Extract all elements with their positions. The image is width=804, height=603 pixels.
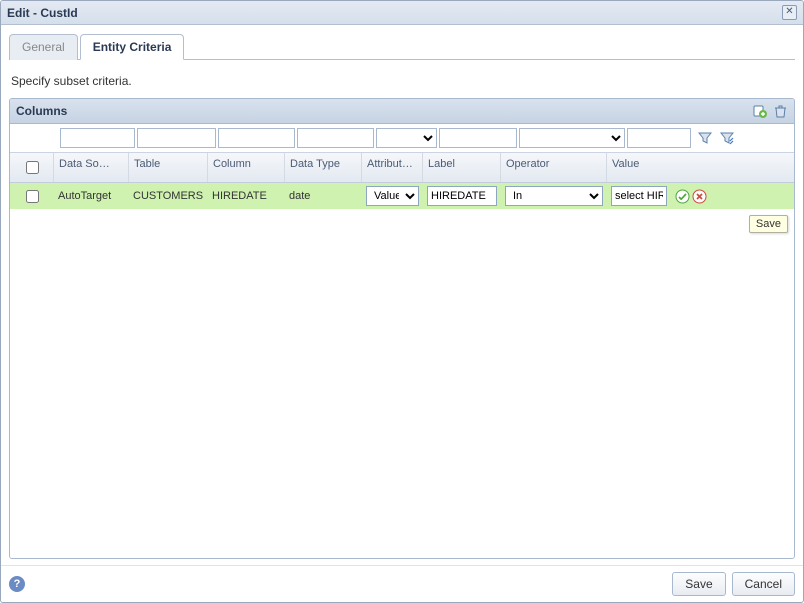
apply-filter-icon[interactable] [697, 130, 713, 146]
cancel-row-icon[interactable] [692, 188, 707, 204]
header-label[interactable]: Label [423, 153, 501, 182]
header-data-source[interactable]: Data So… [54, 153, 129, 182]
header-operator[interactable]: Operator [501, 153, 607, 182]
dialog-content: General Entity Criteria Specify subset c… [1, 25, 803, 565]
cancel-button[interactable]: Cancel [732, 572, 795, 596]
columns-panel: Columns [9, 98, 795, 559]
cell-attribute: Value [362, 184, 423, 208]
cell-table: CUSTOMERS [129, 188, 208, 204]
panel-title: Columns [16, 104, 748, 118]
cell-data-type: date [285, 188, 362, 204]
window-title: Edit - CustId [7, 6, 782, 20]
header-checkbox-cell [10, 153, 54, 182]
filter-attribute[interactable] [376, 128, 437, 148]
select-all-checkbox[interactable] [26, 161, 39, 174]
filter-operator[interactable] [519, 128, 625, 148]
label-input[interactable] [427, 186, 497, 206]
row-actions [671, 186, 711, 206]
header-attribute[interactable]: Attribut… [362, 153, 423, 182]
add-row-icon[interactable] [752, 103, 768, 119]
filter-settings-icon[interactable] [719, 130, 735, 146]
cell-label [423, 184, 501, 208]
confirm-row-icon[interactable] [675, 188, 690, 204]
filter-row [10, 124, 794, 153]
tab-strip: General Entity Criteria [9, 33, 795, 60]
dialog-footer: ? Save Cancel [1, 565, 803, 602]
header-column[interactable]: Column [208, 153, 285, 182]
value-input[interactable] [611, 186, 667, 206]
filter-data-source[interactable] [60, 128, 135, 148]
tab-entity-criteria[interactable]: Entity Criteria [80, 34, 185, 60]
panel-header: Columns [10, 99, 794, 124]
table-body: AutoTarget CUSTOMERS HIREDATE date Value [10, 183, 794, 558]
cell-operator: In [501, 184, 607, 208]
filter-label[interactable] [439, 128, 517, 148]
table-row[interactable]: AutoTarget CUSTOMERS HIREDATE date Value [10, 183, 794, 209]
tab-general[interactable]: General [9, 34, 78, 60]
close-icon[interactable]: ✕ [782, 5, 797, 20]
save-button[interactable]: Save [672, 572, 725, 596]
row-checkbox[interactable] [26, 190, 39, 203]
filter-data-type[interactable] [297, 128, 374, 148]
header-table[interactable]: Table [129, 153, 208, 182]
help-icon[interactable]: ? [9, 576, 25, 592]
delete-row-icon[interactable] [772, 103, 788, 119]
header-value[interactable]: Value [607, 153, 794, 182]
operator-select[interactable]: In [505, 186, 603, 206]
dialog-window: Edit - CustId ✕ General Entity Criteria … [0, 0, 804, 603]
filter-value[interactable] [627, 128, 691, 148]
header-data-type[interactable]: Data Type [285, 153, 362, 182]
cell-value [607, 184, 671, 208]
filter-column[interactable] [218, 128, 295, 148]
cell-data-source: AutoTarget [54, 188, 129, 204]
attribute-select[interactable]: Value [366, 186, 419, 206]
filter-table[interactable] [137, 128, 216, 148]
row-checkbox-cell [10, 188, 54, 205]
save-tooltip: Save [749, 215, 788, 233]
instruction-text: Specify subset criteria. [11, 74, 793, 88]
titlebar: Edit - CustId ✕ [1, 1, 803, 25]
cell-column: HIREDATE [208, 188, 285, 204]
table-header-row: Data So… Table Column Data Type Attribut… [10, 153, 794, 183]
